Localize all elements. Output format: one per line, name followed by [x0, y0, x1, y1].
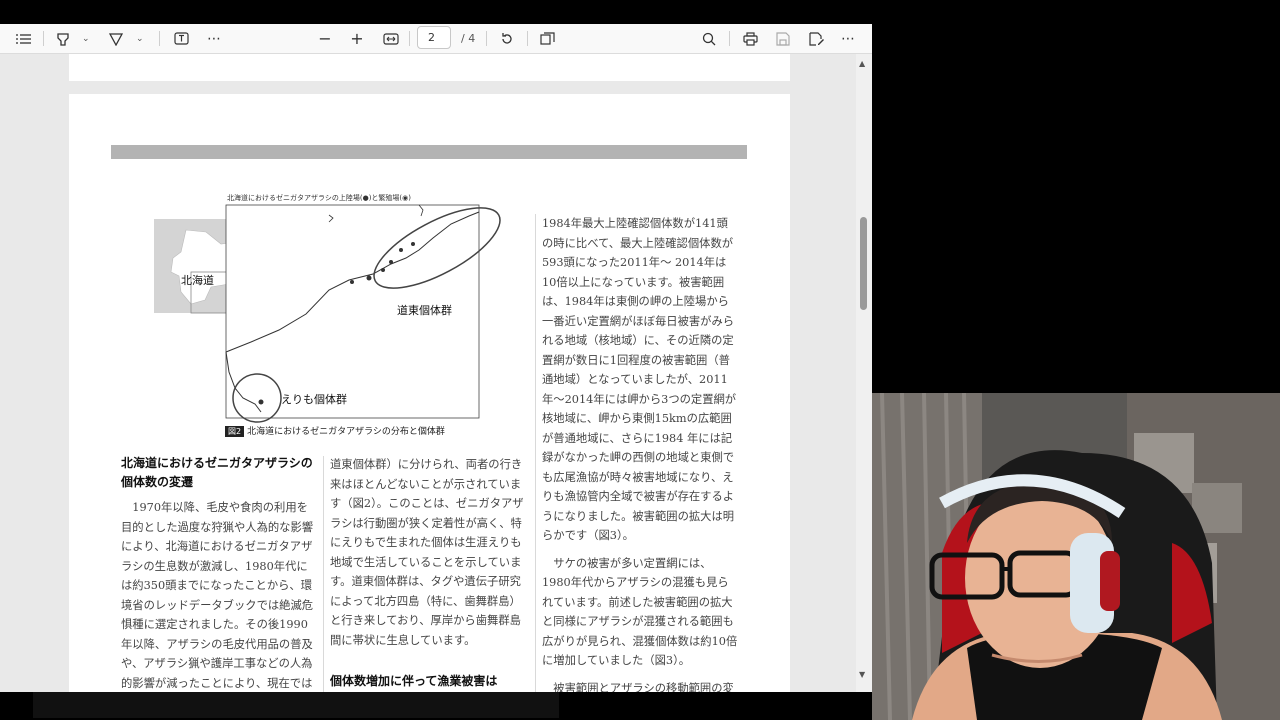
article-column-middle: 道東個体群）に分けられ、両者の行き来はほとんどないことが示されています（図2）。… [330, 455, 528, 692]
figure-2-map: 北海道におけるゼニガタアザラシの上陸場(●)と繁殖場(◉) 北海道 道東個体群 … [151, 192, 511, 437]
column-rule-left [323, 456, 324, 692]
article-column-right: 1984年最大上陸確認個体数が141頭の時に比べて、最大上陸確認個体数が593頭… [542, 214, 739, 692]
draw-icon[interactable] [106, 24, 126, 53]
pdf-page-1 [69, 54, 790, 81]
right-column-paragraph-1: 1984年最大上陸確認個体数が141頭の時に比べて、最大上陸確認個体数が593頭… [542, 217, 737, 542]
rotate-icon[interactable] [497, 24, 517, 53]
table-of-contents-icon[interactable] [13, 24, 35, 53]
section-heading-population-change: 北海道におけるゼニガタアザラシの個体数の変遷 [121, 456, 313, 489]
save-as-icon[interactable] [806, 24, 826, 53]
pdf-viewer: ⌄ ⌄ ⋯ − + / 4 [0, 24, 872, 692]
scroll-up-arrow-icon[interactable]: ▲ [859, 59, 865, 68]
map-title: 北海道におけるゼニガタアザラシの上陸場(●)と繁殖場(◉) [227, 194, 411, 202]
section-banner [111, 145, 747, 159]
page-number-input[interactable] [417, 26, 451, 49]
figure-caption-text: 北海道におけるゼニガタアザラシの分布と個体群 [247, 427, 445, 437]
page-total-label: / 4 [461, 32, 476, 45]
map-label-doto-population: 道東個体群 [397, 304, 452, 317]
scroll-down-arrow-icon[interactable]: ▼ [859, 670, 865, 679]
print-icon[interactable] [740, 24, 760, 53]
fit-width-icon[interactable] [381, 24, 401, 53]
right-column-paragraph-3: 被害範囲とアザラシの移動範囲の変化は関連しており、移動範囲も拡大し [553, 681, 734, 693]
section-heading-fishery-damage: 個体数増加に伴って漁業被害は [330, 674, 498, 688]
left-column-paragraph: 1970年以降、毛皮や食肉の利用を目的とした過度な狩猟や人為的な影響により、北海… [121, 501, 314, 690]
scroll-thumb[interactable] [860, 217, 867, 310]
settings-more-icon[interactable]: ⋯ [838, 24, 858, 53]
page-view-icon[interactable] [537, 24, 557, 53]
vertical-scrollbar[interactable]: ▲ ▼ [856, 54, 872, 692]
column-rule-right [535, 214, 536, 692]
webcam-overlay [872, 393, 1280, 720]
draw-options-chevron-icon[interactable]: ⌄ [136, 24, 144, 53]
pdf-page-2: 北海道におけるゼニガタアザラシの上陸場(●)と繁殖場(◉) 北海道 道東個体群 … [69, 94, 790, 692]
search-icon[interactable] [699, 24, 719, 53]
pdf-toolbar: ⌄ ⌄ ⋯ − + / 4 [0, 24, 872, 54]
article-column-left: 北海道におけるゼニガタアザラシの個体数の変遷 1970年以降、毛皮や食肉の利用を… [121, 454, 317, 692]
zoom-out-icon[interactable]: − [315, 24, 335, 53]
middle-column-paragraph: 道東個体群）に分けられ、両者の行き来はほとんどないことが示されています（図2）。… [330, 458, 524, 647]
figure-badge: 図2 [225, 426, 245, 437]
map-label-erimo-population: えりも個体群 [281, 393, 347, 406]
map-label-hokkaido: 北海道 [181, 274, 214, 287]
text-box-icon[interactable] [171, 24, 191, 53]
save-icon[interactable] [773, 24, 793, 53]
figure-caption: 図2 北海道におけるゼニガタアザラシの分布と個体群 [225, 424, 445, 437]
document-area[interactable]: 北海道におけるゼニガタアザラシの上陸場(●)と繁殖場(◉) 北海道 道東個体群 … [0, 54, 856, 692]
zoom-in-icon[interactable]: + [347, 24, 367, 53]
right-column-paragraph-2: サケの被害が多い定置網には、1980年代からアザラシの混獲も見られています。前述… [542, 556, 738, 668]
more-tools-icon[interactable]: ⋯ [204, 24, 224, 53]
highlight-icon[interactable] [53, 24, 73, 53]
highlight-options-chevron-icon[interactable]: ⌄ [82, 24, 90, 53]
bottom-overlay-bar [33, 692, 559, 718]
